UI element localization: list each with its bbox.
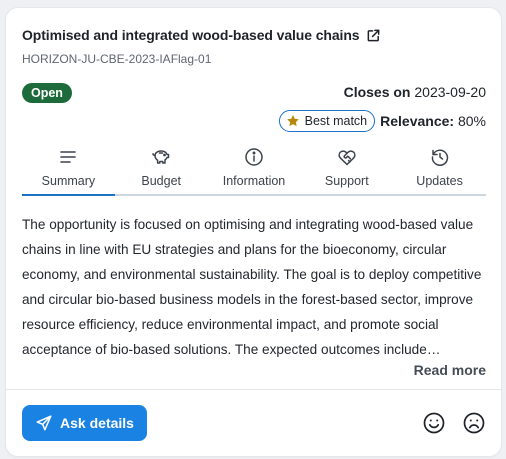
closes-label: Closes on (343, 84, 411, 100)
tab-label: Support (324, 174, 369, 188)
relevance: Relevance: 80% (380, 113, 486, 129)
tab-summary[interactable]: Summary (22, 146, 115, 196)
tab-updates[interactable]: Updates (393, 146, 486, 194)
closes-date: 2023-09-20 (414, 84, 486, 100)
title-row: Optimised and integrated wood-based valu… (22, 27, 381, 43)
tab-information[interactable]: Information (208, 146, 301, 194)
heart-handshake-icon (336, 146, 358, 168)
best-match-badge: Best match (278, 110, 376, 132)
external-link-icon[interactable] (366, 28, 381, 43)
tab-label: Summary (41, 174, 96, 188)
lines-icon (57, 146, 79, 168)
status-badge: Open (22, 83, 72, 103)
call-code: HORIZON-JU-CBE-2023-IAFlag-01 (22, 52, 212, 66)
tab-budget[interactable]: Budget (115, 146, 208, 194)
relevance-label: Relevance: (380, 113, 455, 129)
tab-bar: Summary Budget Information Support Updat… (22, 146, 486, 196)
description-text: The opportunity is focused on optimising… (22, 217, 482, 357)
closing-date: Closes on 2023-09-20 (344, 84, 486, 100)
info-icon (243, 146, 265, 168)
relevance-value: 80% (457, 113, 486, 129)
match-row: Best match Relevance: 80% (278, 110, 486, 132)
divider (6, 389, 501, 390)
read-more-link[interactable]: Read more (414, 362, 486, 378)
smile-icon[interactable] (422, 411, 446, 435)
ask-details-label: Ask details (60, 415, 134, 431)
star-icon (286, 114, 300, 128)
tab-label: Budget (141, 174, 181, 188)
summary-panel: The opportunity is focused on optimising… (22, 212, 488, 362)
tab-support[interactable]: Support (300, 146, 393, 194)
ask-details-button[interactable]: Ask details (22, 405, 147, 441)
best-match-label: Best match (304, 114, 368, 128)
tab-label: Updates (416, 174, 463, 188)
opportunity-title[interactable]: Optimised and integrated wood-based valu… (22, 27, 360, 43)
tab-label: Information (222, 174, 286, 188)
frown-icon[interactable] (462, 411, 486, 435)
opportunity-card: Optimised and integrated wood-based valu… (6, 8, 501, 456)
history-icon (429, 146, 451, 168)
send-icon (35, 414, 53, 432)
piggy-bank-icon (150, 146, 172, 168)
